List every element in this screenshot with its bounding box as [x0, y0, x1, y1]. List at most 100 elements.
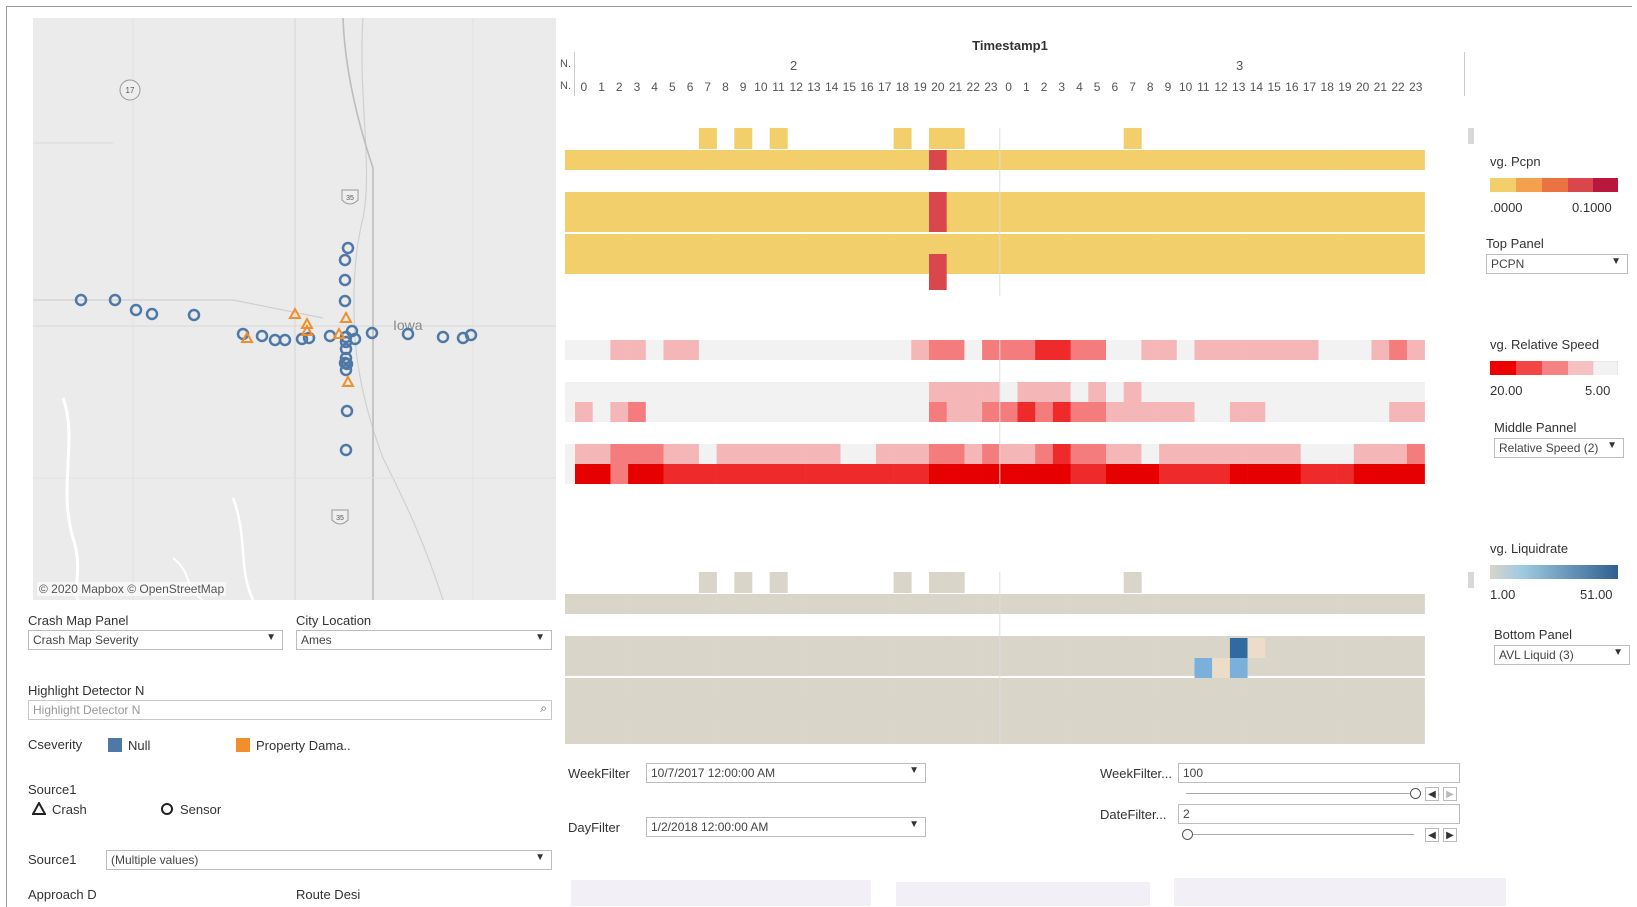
heatmap-cell[interactable] — [1247, 698, 1266, 744]
heatmap-cell[interactable] — [1265, 636, 1284, 676]
heatmap-cell[interactable] — [1212, 594, 1231, 614]
heatmap-cell[interactable] — [1283, 444, 1301, 464]
heatmap-cell[interactable] — [1389, 636, 1408, 676]
heatmap-cell[interactable] — [840, 382, 859, 402]
heatmap-cell[interactable] — [1283, 340, 1301, 360]
heatmap-cell[interactable] — [1017, 150, 1036, 170]
heatmap-cell[interactable] — [1176, 444, 1195, 464]
heatmap-cell[interactable] — [1035, 150, 1054, 170]
heatmap-cell[interactable] — [1088, 594, 1107, 614]
heatmap-cell[interactable] — [698, 594, 717, 614]
heatmap-cell[interactable] — [1141, 594, 1160, 614]
heatmap-cell[interactable] — [964, 464, 983, 484]
heatmap-cell[interactable] — [875, 150, 894, 170]
crash-marker[interactable] — [341, 374, 355, 387]
heatmap-cell[interactable] — [964, 444, 983, 464]
heatmap-cell[interactable] — [1371, 464, 1390, 484]
heatmap-cell[interactable] — [787, 382, 806, 402]
heatmap-cell[interactable] — [1088, 402, 1107, 422]
heatmap-cell[interactable] — [698, 572, 717, 593]
heatmap-cell[interactable] — [1300, 402, 1319, 422]
heatmap-cell[interactable] — [822, 402, 841, 422]
heatmap-cell[interactable] — [858, 340, 877, 360]
heatmap-cell[interactable] — [1318, 234, 1337, 274]
heatmap-cell[interactable] — [1017, 402, 1036, 422]
heatmap-cell[interactable] — [1300, 698, 1319, 744]
heatmap-cell[interactable] — [1318, 464, 1337, 484]
heatmap-cell[interactable] — [911, 192, 930, 232]
heatmap-cell[interactable] — [999, 594, 1018, 614]
heatmap-cell[interactable] — [1123, 444, 1142, 464]
heatmap-cell[interactable] — [822, 234, 841, 274]
heatmap-cell[interactable] — [787, 150, 806, 170]
heatmap-cell[interactable] — [1106, 636, 1124, 676]
heatmap-cell[interactable] — [787, 464, 806, 484]
heatmap-cell[interactable] — [1070, 382, 1089, 402]
heatmap-cell[interactable] — [946, 340, 965, 360]
heatmap-cell[interactable] — [698, 150, 717, 170]
heatmap-cell[interactable] — [610, 444, 629, 464]
sensor-marker[interactable] — [338, 273, 352, 287]
date-filter2-next-button[interactable]: ▶ — [1443, 828, 1457, 842]
heatmap-cell[interactable] — [982, 636, 1001, 676]
heatmap-cell[interactable] — [893, 444, 912, 464]
heatmap-cell[interactable] — [1141, 192, 1160, 232]
heatmap-edge[interactable] — [565, 382, 575, 402]
heatmap-cell[interactable] — [1406, 594, 1425, 614]
heatmap-cell[interactable] — [1106, 594, 1124, 614]
day-filter-select[interactable]: 1/2/2018 12:00:00 AM ▼ — [646, 817, 926, 837]
heatmap-cell[interactable] — [681, 340, 700, 360]
heatmap-cell[interactable] — [840, 234, 859, 274]
heatmap-cell[interactable] — [628, 444, 647, 464]
heatmap-cell[interactable] — [1353, 340, 1372, 360]
heatmap-edge[interactable] — [565, 340, 575, 360]
heatmap-cell[interactable] — [805, 464, 824, 484]
heatmap-cell[interactable] — [645, 382, 664, 402]
crash-marker[interactable] — [339, 310, 353, 323]
bottom-panel-select[interactable]: AVL Liquid (3) ▼ — [1494, 645, 1630, 665]
heatmap-cell[interactable] — [1106, 464, 1124, 484]
heatmap-cell[interactable] — [681, 636, 700, 676]
heatmap-cell[interactable] — [610, 594, 629, 614]
heatmap-cell[interactable] — [875, 698, 894, 744]
heatmap-cell[interactable] — [1088, 150, 1107, 170]
heatmap-cell[interactable] — [946, 128, 965, 149]
heatmap-cell[interactable] — [1318, 402, 1337, 422]
heatmap-cell[interactable] — [1265, 150, 1284, 170]
heatmap-cell[interactable] — [645, 594, 664, 614]
heatmap-edge[interactable] — [565, 150, 575, 170]
heatmap-cell[interactable] — [1247, 340, 1266, 360]
heatmap-cell[interactable] — [1212, 340, 1231, 360]
heatmap-cell[interactable] — [1035, 382, 1054, 402]
date-filter2-slider-track[interactable] — [1186, 834, 1414, 835]
heatmap-cell[interactable] — [893, 636, 912, 676]
heatmap-cell[interactable] — [1283, 150, 1301, 170]
heatmap-cell[interactable] — [840, 444, 859, 464]
heatmap-cell[interactable] — [1194, 464, 1213, 484]
heatmap-cell[interactable] — [1017, 382, 1036, 402]
heatmap-cell[interactable] — [698, 402, 717, 422]
heatmap-cell[interactable] — [1371, 698, 1390, 744]
heatmap-cell[interactable] — [752, 150, 770, 170]
heatmap-cell[interactable] — [999, 464, 1018, 484]
heatmap-cell[interactable] — [1283, 402, 1301, 422]
heatmap-cell[interactable] — [575, 698, 593, 744]
heatmap-cell[interactable] — [1300, 340, 1319, 360]
heatmap-cell[interactable] — [787, 340, 806, 360]
heatmap-cell[interactable] — [698, 382, 717, 402]
heatmap-cell[interactable] — [929, 382, 947, 402]
heatmap-cell[interactable] — [946, 572, 965, 593]
heatmap-cell[interactable] — [875, 234, 894, 274]
heatmap-cell[interactable] — [1406, 150, 1425, 170]
heatmap-cell[interactable] — [1265, 698, 1284, 744]
heatmap-cell[interactable] — [1300, 150, 1319, 170]
heatmap-cell[interactable] — [592, 594, 611, 614]
heatmap-cell[interactable] — [1070, 464, 1089, 484]
heatmap-cell[interactable] — [663, 636, 682, 676]
date-filter2-slider-knob[interactable] — [1182, 829, 1193, 840]
heatmap-cell[interactable] — [1353, 234, 1372, 274]
heatmap-cell[interactable] — [964, 150, 983, 170]
heatmap-cell[interactable] — [592, 636, 611, 676]
heatmap-cell[interactable] — [964, 382, 983, 402]
heatmap-cell[interactable] — [734, 464, 753, 484]
